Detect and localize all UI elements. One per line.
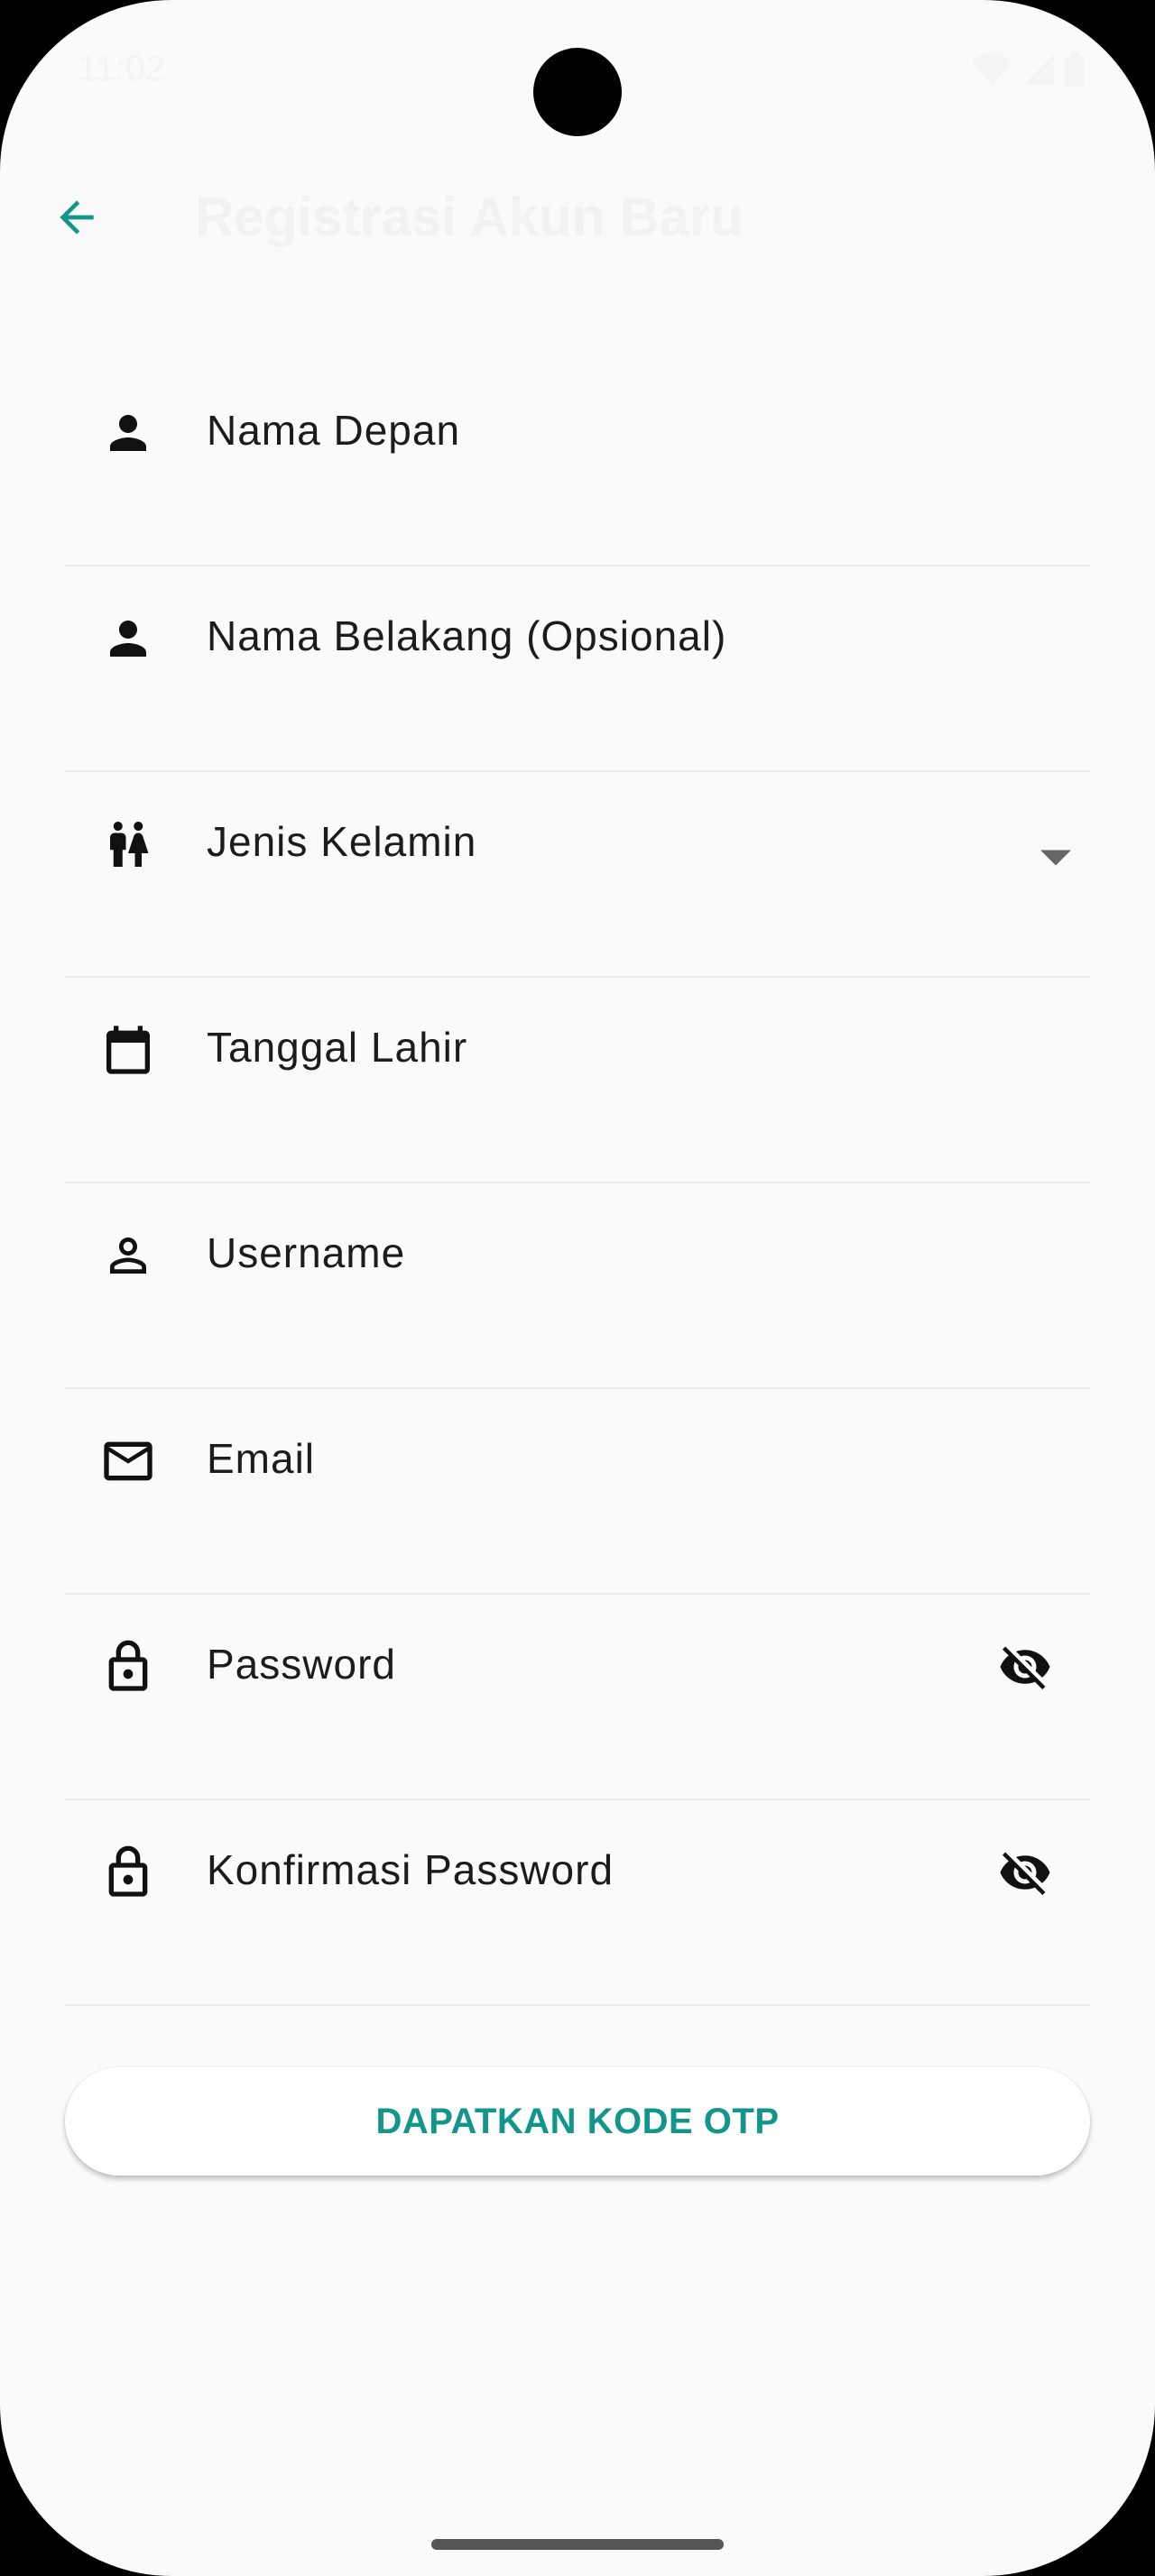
field-label: Email <box>207 1435 316 1482</box>
last-name-field[interactable]: Nama Belakang (Opsional) <box>65 566 1090 772</box>
field-label: Nama Depan <box>207 407 461 454</box>
arrow-back-icon <box>51 192 102 247</box>
status-bar: 11:02 <box>0 0 1155 136</box>
battery-icon <box>1065 52 1085 87</box>
page-title: Registrasi Akun Baru <box>195 187 744 247</box>
password-field[interactable]: Password <box>65 1595 1090 1800</box>
username-field[interactable]: Username <box>65 1183 1090 1389</box>
lock-icon <box>99 1844 157 1901</box>
signal-icon <box>1023 53 1054 86</box>
lock-icon <box>99 1638 157 1696</box>
camera-cutout <box>533 48 622 136</box>
registration-form: Nama Depan Nama Belakang (Opsional) Jeni… <box>65 361 1090 2006</box>
person-icon <box>99 404 157 462</box>
status-icons <box>971 52 1085 87</box>
dropdown-arrow-icon[interactable] <box>1038 844 1074 871</box>
field-label: Tanggal Lahir <box>207 1024 468 1071</box>
field-label: Jenis Kelamin <box>207 818 477 865</box>
person-icon <box>99 610 157 667</box>
field-label: Username <box>207 1229 406 1276</box>
app-bar: Registrasi Akun Baru <box>0 162 1155 271</box>
email-field[interactable]: Email <box>65 1389 1090 1595</box>
get-otp-button[interactable]: DAPATKAN KODE OTP <box>65 2067 1090 2176</box>
confirm-password-field[interactable]: Konfirmasi Password <box>65 1800 1090 2006</box>
first-name-field[interactable]: Nama Depan <box>65 361 1090 566</box>
person-outline-icon <box>99 1227 157 1284</box>
status-time: 11:02 <box>78 49 166 88</box>
field-label: Nama Belakang (Opsional) <box>207 612 727 659</box>
back-button[interactable] <box>36 179 117 260</box>
home-indicator[interactable] <box>431 2539 724 2550</box>
birth-date-field[interactable]: Tanggal Lahir <box>65 978 1090 1183</box>
field-label: Password <box>207 1641 396 1688</box>
calendar-icon <box>99 1021 157 1079</box>
wifi-icon <box>971 53 1012 86</box>
visibility-off-icon[interactable] <box>989 1844 1061 1901</box>
visibility-off-icon[interactable] <box>989 1638 1061 1696</box>
field-label: Konfirmasi Password <box>207 1846 614 1893</box>
mail-icon <box>99 1432 157 1490</box>
gender-dropdown[interactable]: Jenis Kelamin <box>65 772 1090 978</box>
phone-screen: 11:02 Registrasi Akun Baru Nama Depan Na… <box>0 0 1155 2576</box>
wc-icon <box>99 815 157 873</box>
